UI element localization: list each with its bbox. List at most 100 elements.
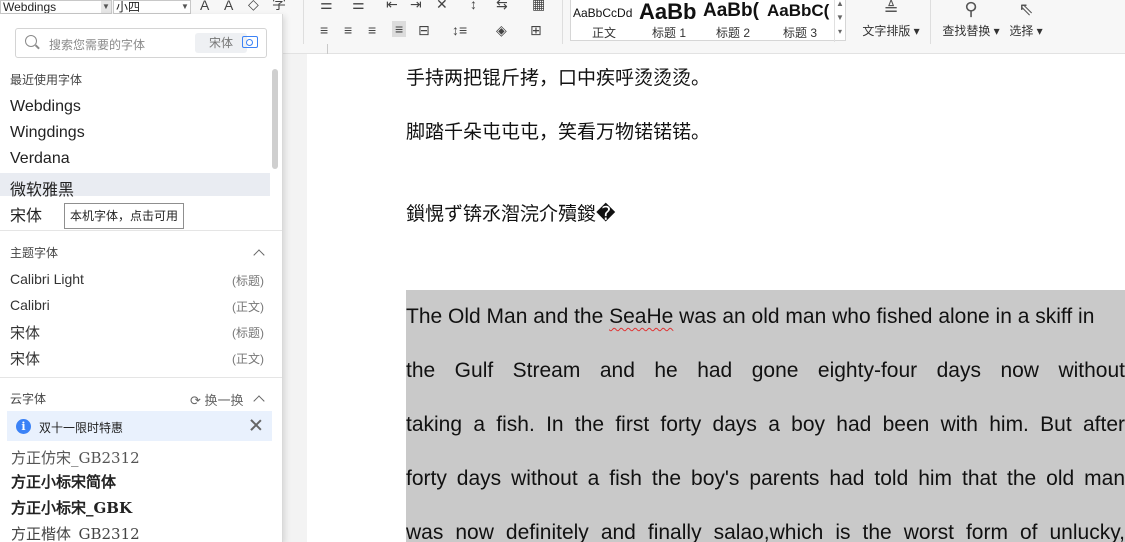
- cursor-icon: ⇖: [1018, 0, 1034, 19]
- chinese-layout-icon[interactable]: ✕: [436, 0, 448, 11]
- sort-icon[interactable]: ↕: [470, 0, 477, 11]
- shrink-font-icon[interactable]: A: [224, 0, 233, 12]
- font-option[interactable]: Verdana: [10, 150, 70, 168]
- align-right-icon[interactable]: ≡: [368, 23, 376, 37]
- pinyin-icon[interactable]: 字: [272, 0, 286, 11]
- section-divider: [0, 377, 282, 378]
- text-layout-icon: ≜: [883, 0, 899, 19]
- paragraph[interactable]: 手持两把锟斤拷，口中疾呼烫烫烫。: [406, 63, 710, 90]
- theme-fonts-title: 主题字体: [10, 246, 59, 260]
- document-area[interactable]: 手持两把锟斤拷，口中疾呼烫烫烫。 脚踏千朵屯屯屯，笑看万物锘锘锘。 鎻愰ず锛氶潪…: [283, 44, 1125, 542]
- collapse-chevron-icon[interactable]: [253, 249, 265, 261]
- ribbon-divider: [562, 0, 563, 44]
- style-preview: AaBbC(: [767, 1, 830, 20]
- font-option[interactable]: Webdings: [10, 98, 81, 116]
- paragraph[interactable]: 脚踏千朵屯屯屯，笑看万物锘锘锘。: [406, 117, 710, 144]
- justify-icon[interactable]: ≡: [392, 21, 407, 37]
- style-label: 正文: [591, 26, 616, 40]
- style-normal[interactable]: AaBbCcDd 正文: [571, 0, 637, 42]
- cloud-font-option[interactable]: 方正仿宋_GB2312: [11, 447, 140, 468]
- style-heading-2[interactable]: AaBb( 标题 2: [701, 0, 765, 42]
- shading-icon[interactable]: ◈: [496, 23, 507, 37]
- table-icon[interactable]: ▦: [532, 0, 545, 11]
- font-name-value: Webdings: [3, 0, 57, 14]
- distribute-icon[interactable]: ⊟: [418, 23, 430, 37]
- cloud-font-option[interactable]: 方正小标宋简体: [11, 471, 116, 492]
- font-name-box[interactable]: Webdings: [0, 0, 112, 14]
- close-icon[interactable]: [249, 418, 263, 432]
- style-label: 标题 1: [651, 26, 686, 40]
- style-preview: AaBb: [639, 0, 697, 24]
- theme-font-option[interactable]: 宋体: [10, 322, 40, 343]
- grow-font-icon[interactable]: A: [200, 0, 209, 12]
- info-icon: i: [16, 419, 31, 434]
- theme-font-option[interactable]: Calibri: [10, 297, 50, 313]
- align-center-icon[interactable]: ≡: [344, 23, 352, 37]
- paragraph[interactable]: 鎻愰ず锛氶潪浣介殰鍐�: [406, 199, 615, 226]
- cloud-fonts-title: 云字体: [10, 392, 47, 406]
- clear-format-icon[interactable]: ◇: [248, 0, 259, 11]
- collapse-chevron-icon[interactable]: [253, 395, 265, 407]
- recent-fonts-title: 最近使用字体: [10, 73, 83, 87]
- text-layout-button[interactable]: ≜ 文字排版 ▾: [858, 0, 924, 40]
- styles-scroll-icon[interactable]: ▲ ▼ ▾: [834, 0, 845, 42]
- refresh-button[interactable]: ⟳ 换一换: [190, 390, 244, 409]
- panel-scrollbar[interactable]: [272, 69, 278, 169]
- style-label: 标题 3: [782, 26, 817, 40]
- cloud-font-option[interactable]: 方正楷体_GB2312: [11, 523, 140, 542]
- line-spacing-icon[interactable]: ↕≡: [452, 23, 467, 37]
- font-option[interactable]: 宋体: [10, 202, 42, 226]
- align-left-icon[interactable]: ≡: [320, 23, 328, 37]
- increase-indent-icon[interactable]: ⇥: [410, 0, 422, 11]
- font-option[interactable]: Wingdings: [10, 124, 85, 142]
- style-preview: AaBb(: [703, 0, 759, 21]
- theme-font-tag: (标题): [232, 326, 264, 340]
- theme-font-tag: (正文): [232, 300, 264, 314]
- show-marks-icon[interactable]: ⇆: [496, 0, 508, 11]
- paragraph-line[interactable]: taking a fish. In the first forty days a…: [406, 413, 1125, 437]
- paragraph-line[interactable]: was now definitely and finally salao,whi…: [406, 521, 1125, 542]
- promo-text: 双十一限时特惠: [39, 421, 124, 435]
- paragraph-line[interactable]: the Gulf Stream and he had gone eighty-f…: [406, 359, 1125, 383]
- text-layout-label: 文字排版: [862, 24, 911, 38]
- style-label: 标题 2: [715, 26, 750, 40]
- document-page[interactable]: 手持两把锟斤拷，口中疾呼烫烫烫。 脚踏千朵屯屯屯，笑看万物锘锘锘。 鎻愰ず锛氶潪…: [307, 44, 1125, 542]
- promo-banner[interactable]: i 双十一限时特惠: [7, 411, 272, 441]
- font-option[interactable]: 微软雅黑: [10, 176, 74, 200]
- refresh-label: 换一换: [204, 393, 244, 408]
- find-replace-button[interactable]: ⚲ 查找替换 ▾: [938, 0, 1004, 40]
- font-size-value: 小四: [116, 0, 141, 14]
- search-chip[interactable]: 宋体: [195, 33, 247, 53]
- numbered-list-icon[interactable]: ☰: [352, 0, 365, 11]
- ribbon-divider: [303, 0, 304, 44]
- font-name-dropdown-icon[interactable]: ▼: [101, 1, 111, 13]
- spelling-error[interactable]: SeaHe: [609, 305, 673, 328]
- bullet-list-icon[interactable]: ☰: [320, 0, 333, 11]
- theme-font-option[interactable]: 宋体: [10, 348, 40, 369]
- style-heading-1[interactable]: AaBb 标题 1: [637, 0, 701, 42]
- cloud-font-option[interactable]: 方正小标宋_GBK: [11, 497, 132, 518]
- select-button[interactable]: ⇖ 选择 ▾: [1006, 0, 1046, 40]
- theme-font-option[interactable]: Calibri Light: [10, 271, 84, 287]
- style-preview: AaBbCcDd: [573, 6, 633, 20]
- text-run: The Old Man and the: [406, 305, 610, 328]
- decrease-indent-icon[interactable]: ⇤: [386, 0, 398, 11]
- search-icon: [25, 35, 37, 47]
- theme-font-tag: (正文): [232, 352, 264, 366]
- paragraph-line[interactable]: forty days without a fish the boy's pare…: [406, 467, 1125, 491]
- font-search[interactable]: 搜索您需要的字体 宋体: [15, 28, 267, 58]
- font-tooltip: 本机字体，点击可用: [64, 203, 184, 229]
- paragraph-line[interactable]: The Old Man and the SeaHe was an old man…: [406, 305, 1125, 329]
- ribbon-divider: [930, 0, 931, 44]
- select-label: 选择: [1009, 24, 1034, 38]
- borders-icon[interactable]: ⊞: [530, 23, 542, 37]
- font-size-dropdown-icon[interactable]: ▼: [180, 1, 190, 13]
- text-run: was an old man who fished alone in a ski…: [673, 305, 1095, 328]
- styles-gallery: AaBbCcDd 正文 AaBb 标题 1 AaBb( 标题 2 AaBbC( …: [570, 0, 846, 42]
- camera-icon[interactable]: [242, 36, 258, 48]
- section-divider: [0, 230, 282, 231]
- font-dropdown-panel: 搜索您需要的字体 宋体 最近使用字体 Webdings Wingdings Ve…: [0, 14, 283, 542]
- style-heading-3[interactable]: AaBbC( 标题 3: [765, 0, 835, 42]
- refresh-icon: ⟳: [190, 393, 201, 408]
- theme-font-tag: (标题): [232, 274, 264, 288]
